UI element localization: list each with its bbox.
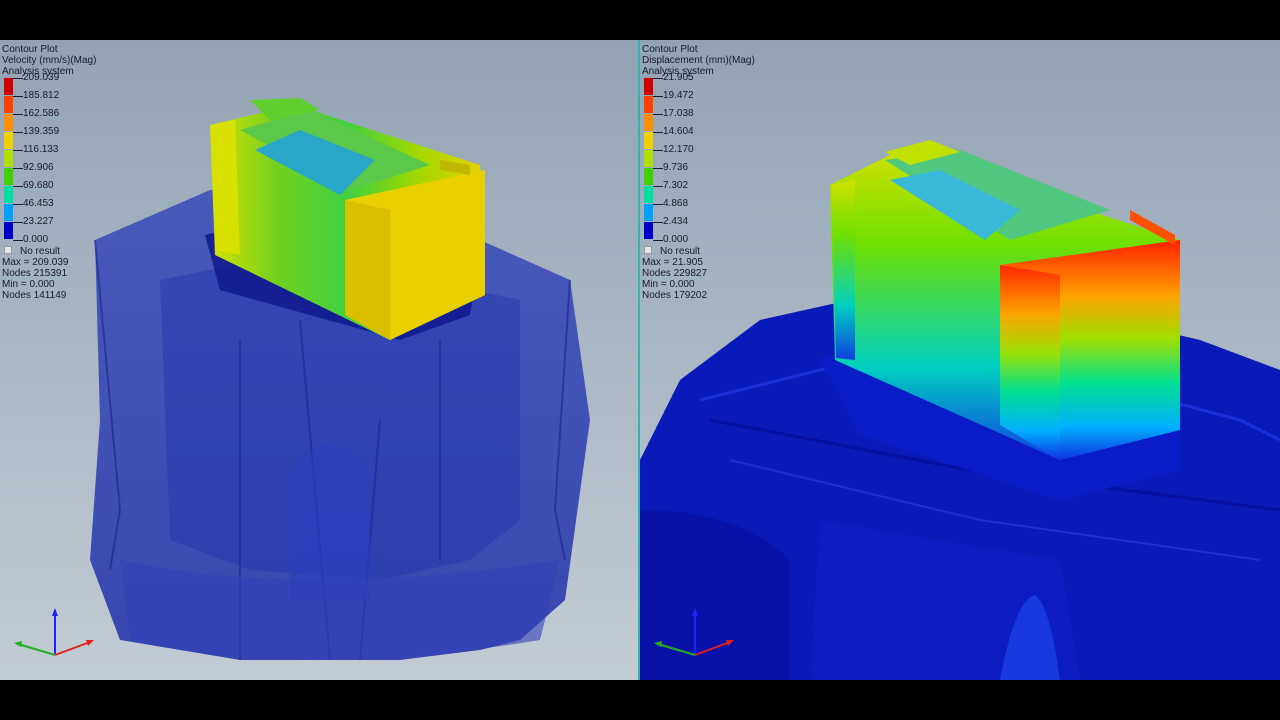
legend-system: Analysis system (642, 66, 714, 77)
no-result-swatch (644, 246, 652, 254)
legend-value: 9.736 (663, 162, 689, 173)
min-value: Min = 0.000 (2, 279, 55, 290)
color-swatch (644, 150, 653, 167)
displacement-legend: Contour Plot Displacement (mm)(Mag) Anal… (642, 44, 755, 301)
legend-value: 23.227 (23, 216, 54, 227)
color-swatch (644, 168, 653, 185)
legend-value: 0.000 (663, 234, 689, 245)
color-swatch (644, 114, 653, 131)
color-swatch (4, 96, 13, 113)
legend-value: 14.604 (663, 126, 694, 137)
legend-title: Contour Plot (2, 44, 58, 55)
min-node: Nodes 141149 (2, 290, 67, 301)
legend-value: 4.868 (663, 198, 689, 209)
max-node: Nodes 229827 (642, 268, 708, 279)
legend-value: 12.170 (663, 144, 694, 155)
legend-value: 46.453 (23, 198, 54, 209)
max-value: Max = 209.039 (2, 257, 69, 268)
no-result-entry: No result (642, 246, 755, 257)
no-result-label: No result (20, 246, 61, 257)
legend-value: 21.905 (663, 72, 694, 83)
color-swatch (4, 114, 13, 131)
legend-value: 185.812 (23, 90, 60, 101)
left-viewport[interactable]: Contour Plot Velocity (mm/s)(Mag) Analys… (0, 40, 638, 680)
color-swatch (4, 186, 13, 203)
legend-colorbar: 21.905 19.472 17.038 14.604 12.170 9.736… (642, 72, 755, 245)
legend-value: 139.359 (23, 126, 60, 137)
no-result-entry: No result (2, 246, 96, 257)
legend-title: Contour Plot (642, 44, 698, 55)
legend-value: 92.906 (23, 162, 54, 173)
color-swatch (4, 204, 13, 221)
color-swatch (4, 168, 13, 185)
legend-value: 116.133 (23, 144, 59, 155)
axis-triad-icon (654, 608, 734, 656)
color-swatch (644, 78, 653, 95)
velocity-legend: Contour Plot Velocity (mm/s)(Mag) Analys… (2, 44, 96, 301)
legend-value: 209.039 (23, 72, 60, 83)
min-node: Nodes 179202 (642, 290, 708, 301)
color-swatch (4, 150, 13, 167)
legend-stats: Max = 21.905 Nodes 229827 Min = 0.000 No… (642, 257, 755, 301)
color-swatch (644, 222, 653, 239)
no-result-swatch (4, 246, 12, 254)
max-node: Nodes 215391 (2, 268, 68, 279)
legend-result-type: Velocity (mm/s)(Mag) (2, 55, 97, 66)
legend-value: 162.586 (23, 108, 60, 119)
color-swatch (4, 132, 13, 149)
legend-result-type: Displacement (mm)(Mag) (642, 55, 755, 66)
color-swatch (644, 186, 653, 203)
color-swatch (644, 132, 653, 149)
min-value: Min = 0.000 (642, 279, 695, 290)
legend-value: 69.680 (23, 180, 54, 191)
color-swatch (644, 96, 653, 113)
max-value: Max = 21.905 (642, 257, 703, 268)
color-swatch (4, 78, 13, 95)
legend-stats: Max = 209.039 Nodes 215391 Min = 0.000 N… (2, 257, 96, 301)
axis-triad-icon (14, 608, 94, 656)
legend-value: 17.038 (663, 108, 694, 119)
color-swatch (644, 204, 653, 221)
legend-value: 2.434 (663, 216, 689, 227)
legend-colorbar: 209.039 185.812 162.586 139.359 116.133 … (2, 72, 96, 245)
right-viewport[interactable]: Contour Plot Displacement (mm)(Mag) Anal… (640, 40, 1280, 680)
legend-value: 19.472 (663, 90, 694, 101)
color-swatch (4, 222, 13, 239)
legend-value: 0.000 (23, 234, 49, 245)
no-result-label: No result (660, 246, 701, 257)
legend-value: 7.302 (663, 180, 689, 191)
